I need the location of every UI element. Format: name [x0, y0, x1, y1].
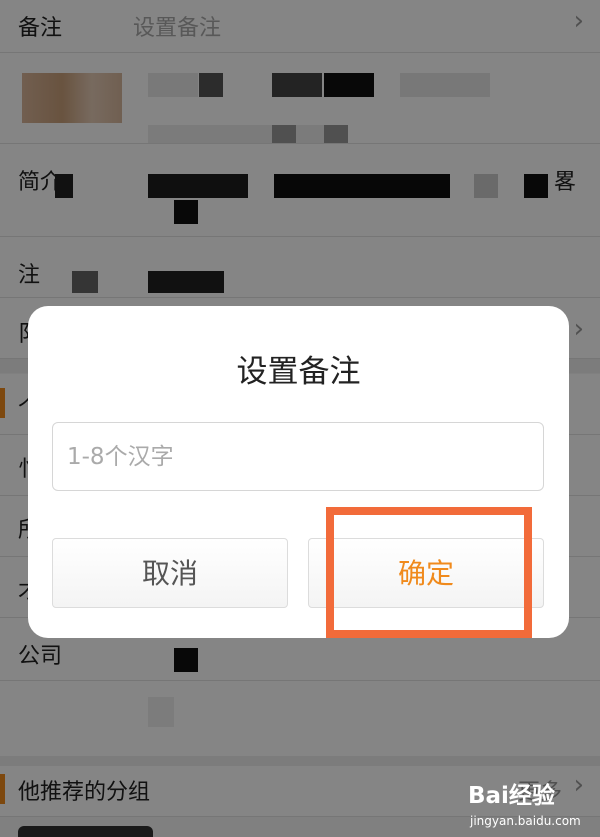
cancel-button[interactable]: 取消: [52, 538, 288, 608]
note-input[interactable]: [53, 423, 543, 490]
note-input-box[interactable]: [52, 422, 544, 491]
watermark: Bai经验 jingyan.baidu.com: [466, 776, 596, 834]
watermark-url: jingyan.baidu.com: [470, 814, 581, 828]
dialog-title: 设置备注: [236, 354, 361, 390]
annotation-highlight-box: [326, 507, 532, 638]
watermark-brand: Bai经验: [468, 783, 555, 809]
